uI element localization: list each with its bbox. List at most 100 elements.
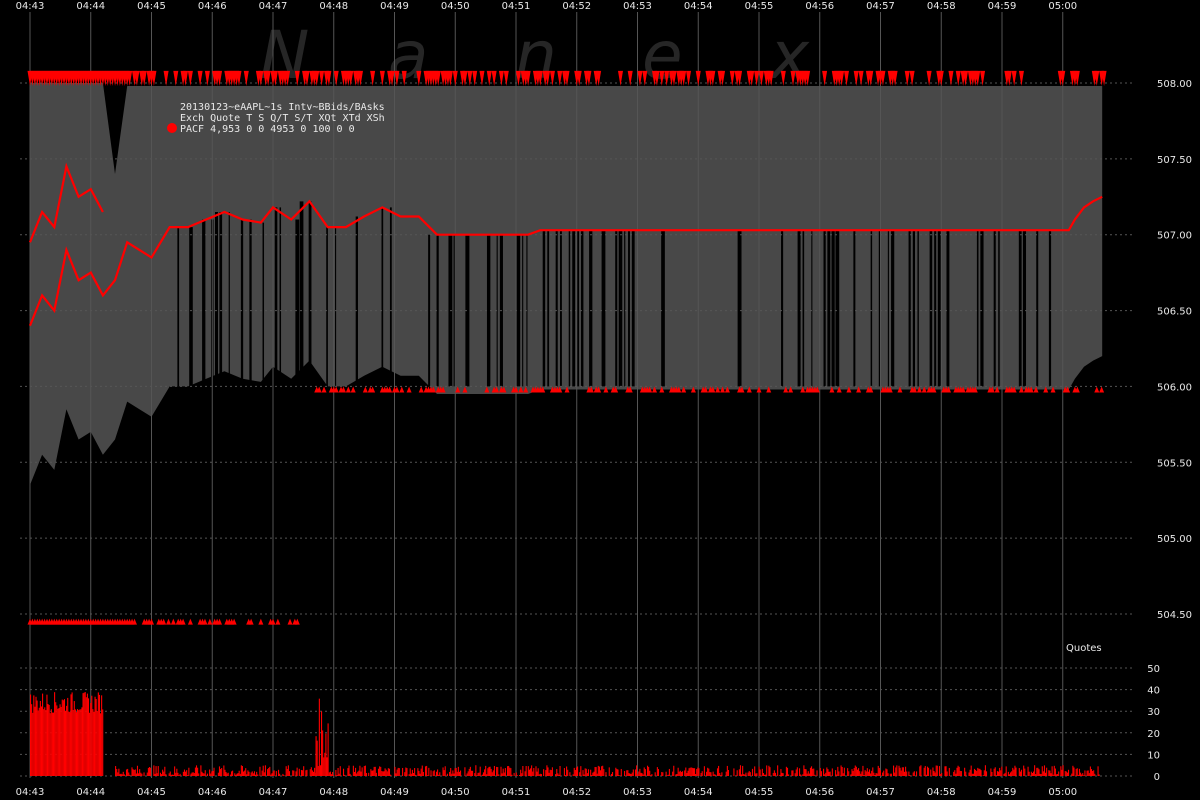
quote-count-bar <box>579 772 581 776</box>
quote-count-bar <box>814 774 816 776</box>
quote-count-bar <box>507 766 509 776</box>
quote-count-bar <box>1034 765 1036 776</box>
quote-count-bar <box>936 765 938 776</box>
quote-count-bar <box>324 752 326 776</box>
quote-count-bar <box>218 766 221 776</box>
quote-count-bar <box>661 772 663 776</box>
quote-count-bar <box>398 768 400 776</box>
quote-count-bar <box>539 773 541 776</box>
quote-count-bar <box>1028 771 1030 776</box>
quote-count-bar <box>582 770 584 776</box>
quote-count-bar <box>264 765 266 776</box>
quote-count-bar <box>459 770 462 776</box>
quote-count-bar <box>1077 774 1079 776</box>
x-tick-label-top: 04:48 <box>319 1 348 12</box>
quote-count-bar <box>131 767 133 776</box>
quote-count-bar <box>975 769 977 776</box>
y-tick-label: 506.00 <box>1157 382 1192 393</box>
quote-count-bar <box>156 773 158 776</box>
quote-count-bar <box>516 775 518 776</box>
quote-count-bar <box>680 771 682 776</box>
quote-count-bar <box>1011 771 1013 776</box>
quote-count-bar <box>1058 771 1060 776</box>
quote-count-bar <box>993 768 995 776</box>
quote-count-bar <box>586 773 588 776</box>
quote-count-bar <box>379 766 381 776</box>
quote-count-bar <box>203 773 205 776</box>
quote-count-bar <box>326 757 328 776</box>
quote-count-bar <box>330 774 333 776</box>
quote-count-bar <box>329 771 331 776</box>
quote-count-bar <box>698 768 700 776</box>
quote-count-bar <box>456 771 458 776</box>
quote-count-bar <box>241 766 243 776</box>
quote-count-bar <box>1013 769 1015 776</box>
quote-count-bar <box>67 697 69 776</box>
quote-count-bar <box>30 694 32 776</box>
quote-count-bar <box>47 704 49 776</box>
quote-count-bar <box>532 771 534 776</box>
quote-count-bar <box>990 768 992 776</box>
quote-count-bar <box>878 767 880 776</box>
quote-count-bar <box>543 769 545 776</box>
quote-count-bar <box>933 771 935 776</box>
quote-count-bar <box>594 766 596 776</box>
x-tick-label-bottom: 04:47 <box>259 787 288 798</box>
quote-count-bar <box>864 770 866 776</box>
quote-count-bar <box>232 770 234 776</box>
quote-count-bar <box>148 767 151 776</box>
quote-count-bar <box>656 767 658 776</box>
quote-count-bar <box>953 771 955 776</box>
quote-count-bar <box>491 772 493 776</box>
quote-count-bar <box>587 769 590 776</box>
quote-count-bar <box>337 767 339 776</box>
quote-count-bar <box>932 767 934 776</box>
quote-count-bar <box>150 767 152 776</box>
quote-count-bar <box>923 767 925 776</box>
quote-count-bar <box>474 773 476 776</box>
quote-count-bar <box>912 772 914 776</box>
quote-count-bar <box>157 766 159 776</box>
quote-count-bar <box>212 770 214 776</box>
x-tick-label-bottom: 04:59 <box>988 787 1017 798</box>
quote-count-bar <box>521 773 523 776</box>
quote-count-bar <box>475 765 477 776</box>
quote-count-bar <box>162 769 164 776</box>
quote-count-bar <box>412 772 415 776</box>
quote-count-bar <box>496 766 498 776</box>
quote-count-bar <box>49 713 51 776</box>
quote-count-bar <box>758 766 760 776</box>
quote-count-bar <box>501 773 503 776</box>
quote-count-bar <box>693 768 696 776</box>
quote-count-bar <box>446 773 448 776</box>
quote-count-bar <box>468 768 470 776</box>
quote-count-bar <box>733 768 735 776</box>
quote-count-bar <box>1055 774 1058 776</box>
quote-count-bar <box>132 769 134 776</box>
quote-count-bar <box>792 770 794 776</box>
quote-count-bar <box>442 767 444 776</box>
quote-count-bar <box>865 771 867 776</box>
quote-y-tick-label: 30 <box>1147 707 1160 718</box>
quote-count-bar <box>603 769 605 776</box>
quote-count-bar <box>198 773 200 776</box>
quote-count-bar <box>36 700 38 776</box>
quote-count-bar <box>493 765 495 776</box>
quote-count-bar <box>781 772 783 776</box>
quote-count-bar <box>1038 769 1040 776</box>
quote-count-bar <box>529 768 532 776</box>
quote-count-bar <box>721 772 723 776</box>
quote-count-bar <box>85 697 87 776</box>
quote-count-bar <box>999 767 1001 776</box>
quote-count-bar <box>573 767 575 776</box>
quote-count-bar <box>977 767 979 776</box>
quote-count-bar <box>769 767 771 776</box>
quote-count-bar <box>1094 773 1096 776</box>
quote-count-bar <box>555 774 557 776</box>
quote-count-bar <box>328 772 330 776</box>
quote-count-bar <box>322 730 324 776</box>
quote-count-bar <box>394 766 396 776</box>
x-tick-label-top: 05:00 <box>1048 1 1077 12</box>
quote-count-bar <box>805 769 807 776</box>
quote-count-bar <box>418 770 420 776</box>
